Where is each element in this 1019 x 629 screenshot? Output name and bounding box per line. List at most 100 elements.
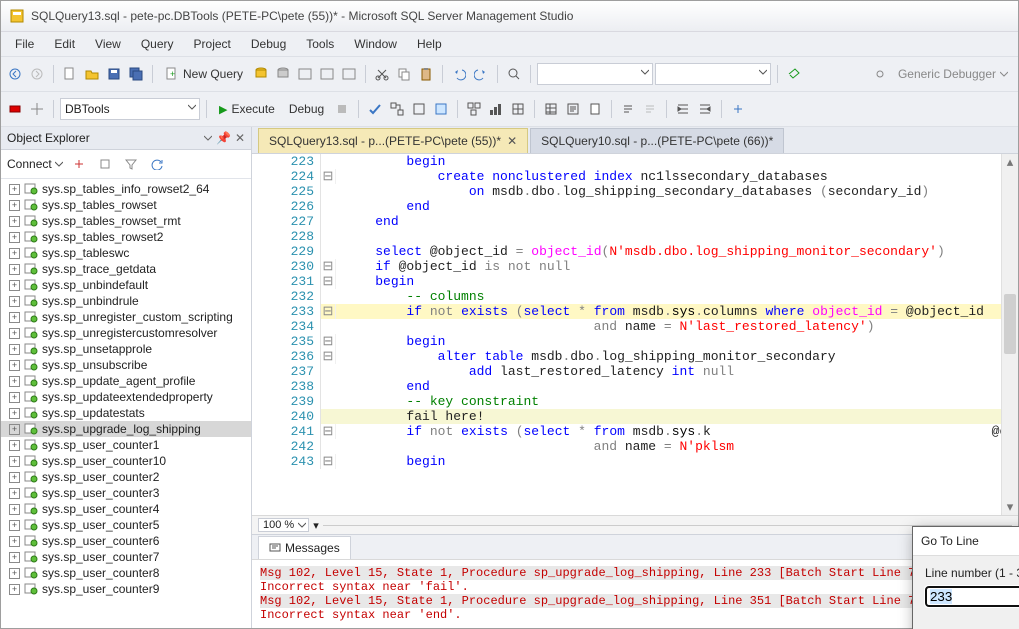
include-plan-icon[interactable]	[464, 99, 484, 119]
tree-item[interactable]: +sys.sp_updatestats	[1, 405, 251, 421]
expand-icon[interactable]: +	[9, 216, 20, 227]
expand-icon[interactable]: +	[9, 568, 20, 579]
expand-icon[interactable]: +	[9, 376, 20, 387]
dmx-icon[interactable]	[295, 64, 315, 84]
code-line[interactable]: 231⊟ begin	[252, 274, 1018, 289]
code-line[interactable]: 223 begin	[252, 154, 1018, 169]
tree-item[interactable]: +sys.sp_user_counter6	[1, 533, 251, 549]
code-line[interactable]: 238 end	[252, 379, 1018, 394]
menu-window[interactable]: Window	[344, 33, 407, 55]
process-icon[interactable]	[5, 99, 25, 119]
menu-tools[interactable]: Tools	[296, 33, 344, 55]
tree-item[interactable]: +sys.sp_user_counter2	[1, 469, 251, 485]
menu-edit[interactable]: Edit	[44, 33, 85, 55]
tree-item[interactable]: +sys.sp_unregister_custom_scripting	[1, 309, 251, 325]
dax-icon[interactable]	[339, 64, 359, 84]
code-line[interactable]: 241⊟ if not exists (select * from msdb.s…	[252, 424, 1018, 439]
db-icon[interactable]	[251, 64, 271, 84]
code-line[interactable]: 229 select @object_id = object_id(N'msdb…	[252, 244, 1018, 259]
tree-item[interactable]: +sys.sp_user_counter1	[1, 437, 251, 453]
zoom-slider-handle[interactable]: ▾	[313, 519, 319, 532]
estimated-plan-icon[interactable]	[387, 99, 407, 119]
refresh-icon[interactable]	[147, 154, 167, 174]
expand-icon[interactable]: +	[9, 552, 20, 563]
fold-toggle[interactable]: ⊟	[321, 349, 336, 364]
comment-icon[interactable]	[618, 99, 638, 119]
expand-icon[interactable]: +	[9, 264, 20, 275]
object-explorer-tree[interactable]: +sys.sp_tables_info_rowset2_64 +sys.sp_ta…	[1, 179, 251, 628]
tree-item[interactable]: +sys.sp_updateextendedproperty	[1, 389, 251, 405]
expand-icon[interactable]: +	[9, 248, 20, 259]
nav-back-icon[interactable]	[5, 64, 25, 84]
expand-icon[interactable]: +	[9, 424, 20, 435]
solution-config-combo[interactable]	[537, 63, 653, 85]
generic-debugger-combo[interactable]: Generic Debugger	[892, 65, 1014, 83]
db2-icon[interactable]	[273, 64, 293, 84]
chevron-down-icon[interactable]	[204, 134, 212, 142]
database-combo[interactable]: DBTools	[60, 98, 200, 120]
scroll-up-icon[interactable]: ▴	[1002, 154, 1018, 170]
code-line[interactable]: 240 fail here!	[252, 409, 1018, 424]
tree-item[interactable]: +sys.sp_user_counter8	[1, 565, 251, 581]
expand-icon[interactable]: +	[9, 312, 20, 323]
expand-icon[interactable]: +	[9, 328, 20, 339]
expand-icon[interactable]: +	[9, 392, 20, 403]
close-icon[interactable]: ✕	[235, 131, 245, 145]
tree-item[interactable]: +sys.sp_unbindefault	[1, 277, 251, 293]
expand-icon[interactable]: +	[9, 440, 20, 451]
menu-help[interactable]: Help	[407, 33, 452, 55]
specify-values-icon[interactable]	[728, 99, 748, 119]
live-stats-icon[interactable]	[486, 99, 506, 119]
tree-item[interactable]: +sys.sp_unregistercustomresolver	[1, 325, 251, 341]
tree-item[interactable]: +sys.sp_tables_rowset_rmt	[1, 213, 251, 229]
expand-icon[interactable]: +	[9, 232, 20, 243]
editor-scrollbar[interactable]: ▴ ▾	[1001, 154, 1018, 515]
code-line[interactable]: 227 end	[252, 214, 1018, 229]
fold-toggle[interactable]: ⊟	[321, 259, 336, 274]
code-line[interactable]: 228	[252, 229, 1018, 244]
expand-icon[interactable]: +	[9, 520, 20, 531]
execute-button[interactable]: ▶Execute	[213, 100, 281, 118]
code-line[interactable]: 236⊟ alter table msdb.dbo.log_shipping_m…	[252, 349, 1018, 364]
results-file-icon[interactable]	[585, 99, 605, 119]
messages-tab[interactable]: Messages	[258, 536, 351, 559]
fold-toggle[interactable]: ⊟	[321, 169, 336, 184]
results-text-icon[interactable]	[563, 99, 583, 119]
expand-icon[interactable]: +	[9, 408, 20, 419]
thread-icon[interactable]	[27, 99, 47, 119]
find-icon[interactable]	[504, 64, 524, 84]
code-line[interactable]: 235⊟ begin	[252, 334, 1018, 349]
expand-icon[interactable]: +	[9, 360, 20, 371]
tree-item[interactable]: +sys.sp_update_agent_profile	[1, 373, 251, 389]
document-tab[interactable]: SQLQuery10.sql - p...(PETE-PC\pete (66))…	[530, 128, 784, 153]
new-file-icon[interactable]	[60, 64, 80, 84]
message-line[interactable]: Msg 102, Level 15, State 1, Procedure sp…	[260, 566, 1010, 580]
tab-close-icon[interactable]: ✕	[507, 134, 517, 148]
tree-item[interactable]: +sys.sp_user_counter4	[1, 501, 251, 517]
code-editor[interactable]: ▴ ▾ 223 begin224⊟ create nonclustered in…	[252, 154, 1018, 515]
expand-icon[interactable]: +	[9, 296, 20, 307]
message-line[interactable]: Incorrect syntax near 'fail'.	[260, 580, 1010, 594]
expand-icon[interactable]: +	[9, 280, 20, 291]
connect-button[interactable]: Connect	[7, 157, 63, 171]
code-line[interactable]: 237 add last_restored_latency int null	[252, 364, 1018, 379]
tree-item[interactable]: +sys.sp_unbindrule	[1, 293, 251, 309]
tree-item[interactable]: +sys.sp_unsubscribe	[1, 357, 251, 373]
debug-button[interactable]: Debug	[283, 100, 330, 118]
disconnect-icon[interactable]	[69, 154, 89, 174]
fold-toggle[interactable]: ⊟	[321, 454, 336, 469]
expand-icon[interactable]: +	[9, 472, 20, 483]
tree-item[interactable]: +sys.sp_user_counter5	[1, 517, 251, 533]
tree-item[interactable]: +sys.sp_user_counter7	[1, 549, 251, 565]
filter-icon[interactable]	[121, 154, 141, 174]
tree-item[interactable]: +sys.sp_tables_info_rowset2_64	[1, 181, 251, 197]
code-line[interactable]: 230⊟ if @object_id is not null	[252, 259, 1018, 274]
expand-icon[interactable]: +	[9, 344, 20, 355]
menu-project[interactable]: Project	[184, 33, 241, 55]
code-line[interactable]: 226 end	[252, 199, 1018, 214]
tree-item[interactable]: +sys.sp_user_counter9	[1, 581, 251, 597]
stop-icon[interactable]	[332, 99, 352, 119]
save-icon[interactable]	[104, 64, 124, 84]
intellisense-icon[interactable]	[431, 99, 451, 119]
tree-item[interactable]: +sys.sp_upgrade_log_shipping	[1, 421, 251, 437]
